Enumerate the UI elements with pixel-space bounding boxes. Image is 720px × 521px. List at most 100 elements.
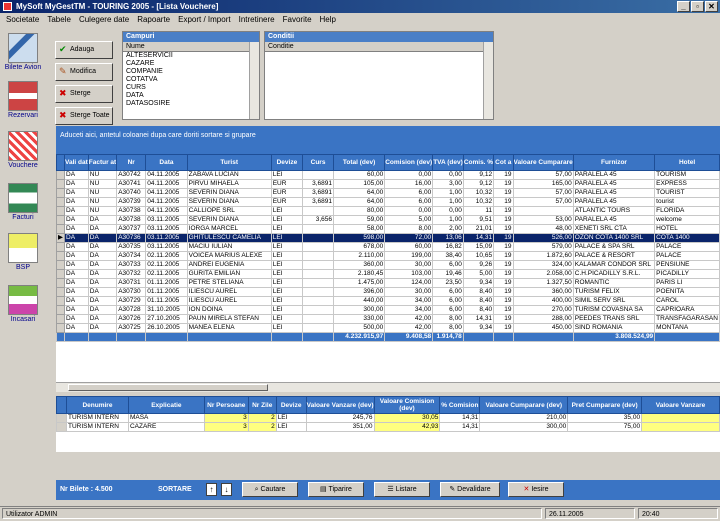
details-column-header[interactable]: Nr Zile	[247, 396, 277, 414]
menu-rapoarte[interactable]: Rapoarte	[133, 13, 174, 26]
row-indicator[interactable]	[56, 413, 67, 423]
table-row[interactable]: DA DA A30728 31.10.2005 ION DOINA LEI 300,00 34…	[56, 305, 720, 315]
delete-all-button[interactable]: ✖ Sterge Toate	[55, 107, 113, 125]
details-cell[interactable]: 2	[247, 413, 277, 423]
sidebar-item-bsp[interactable]: BSP	[3, 233, 43, 277]
print-button[interactable]: ▤ Tiparire	[308, 482, 364, 497]
details-column-header[interactable]: Valoare Comision (dev)	[373, 396, 441, 414]
row-indicator[interactable]	[56, 260, 65, 270]
table-row[interactable]: DA NU A30741 04.11.2005 PIRVU MIHAELA EUR 3,68…	[56, 179, 720, 189]
details-column-header[interactable]: Denumire	[65, 396, 129, 414]
details-cell[interactable]: 3	[203, 422, 249, 432]
group-by-banner[interactable]: Aduceti aici, antetul coloanei dupa care…	[56, 126, 720, 154]
table-row[interactable]: DA DA A30729 01.11.2005 ILIESCU AUREL LEI 440,…	[56, 296, 720, 306]
column-header[interactable]: Valoare Cumparare	[512, 154, 574, 171]
menu-export-import[interactable]: Export / Import	[174, 13, 234, 26]
table-row[interactable]: DA DA A30730 01.11.2005 ILIESCU AUREL LEI 396,…	[56, 287, 720, 297]
row-indicator[interactable]	[56, 206, 65, 216]
row-indicator[interactable]	[56, 188, 65, 198]
menu-societate[interactable]: Societate	[2, 13, 43, 26]
row-indicator[interactable]	[56, 314, 65, 324]
grid-horizontal-scrollbar[interactable]	[56, 382, 720, 392]
table-row[interactable]: DA DA A30735 03.11.2005 MACIU IULIAN LEI 678,0…	[56, 242, 720, 252]
column-header[interactable]: Comis. %	[462, 154, 495, 171]
column-header[interactable]: Factur at	[87, 154, 118, 171]
table-row[interactable]: ▶ DA DA A30736 03.11.2005 GHITULESCU CAMELIA L…	[56, 233, 720, 243]
column-header[interactable]: Total (dev)	[332, 154, 386, 171]
close-button[interactable]: ✕	[705, 1, 718, 12]
field-item[interactable]: DATASOSIRE	[123, 100, 259, 108]
add-button[interactable]: ✔ Adauga	[55, 41, 113, 59]
list-button[interactable]: ☰ Listare	[374, 482, 430, 497]
sidebar-item-facturi[interactable]: Facturi	[3, 183, 43, 227]
fields-scrollbar[interactable]	[249, 42, 259, 119]
table-row[interactable]: DA NU A30742 04.11.2005 ZABAVA LUCIAN LEI 60,0…	[56, 170, 720, 180]
row-indicator[interactable]	[56, 215, 65, 225]
details-column-header[interactable]: Pret Cumparare (dev)	[567, 396, 643, 414]
row-indicator[interactable]	[56, 296, 65, 306]
field-item[interactable]: COMPANIE	[123, 68, 259, 76]
invalidate-button[interactable]: ✎ Devalidare	[440, 482, 500, 497]
sidebar-item-incasari[interactable]: Incasari	[3, 285, 43, 329]
details-column-header[interactable]: % Comision	[439, 396, 481, 414]
row-indicator[interactable]	[56, 170, 65, 180]
column-header[interactable]: Furnizor	[572, 154, 656, 171]
row-indicator[interactable]	[56, 323, 65, 333]
column-header[interactable]: Vali dat	[64, 154, 89, 171]
column-header[interactable]: Comision (dev)	[384, 154, 434, 171]
menu-help[interactable]: Help	[316, 13, 340, 26]
column-header[interactable]: Nr	[116, 154, 147, 171]
delete-button[interactable]: ✖ Sterge	[55, 85, 113, 103]
column-header[interactable]: Turist	[186, 154, 272, 171]
row-indicator[interactable]	[56, 242, 65, 252]
menu-favorite[interactable]: Favorite	[279, 13, 316, 26]
table-row[interactable]: DA DA A30725 26.10.2005 MANEA ELENA LEI 500,00…	[56, 323, 720, 333]
row-indicator[interactable]	[56, 287, 65, 297]
table-row[interactable]: DA NU A30740 04.11.2005 SEVERIN DIANA EUR 3,68…	[56, 188, 720, 198]
table-row[interactable]: DA DA A30738 03.11.2005 SEVERIN DIANA LEI 3,65…	[56, 215, 720, 225]
column-header[interactable]: Hotel	[654, 154, 720, 171]
row-indicator[interactable]: ▶	[56, 233, 65, 243]
sort-descending-button[interactable]: ↓	[221, 483, 232, 496]
table-row[interactable]: DA DA A30732 02.11.2005 GURITA EMILIAN LEI 2.1…	[56, 269, 720, 279]
details-cell[interactable]: 42,93	[373, 422, 441, 432]
table-row[interactable]: DA NU A30738 04.11.2005 CALLIOPE SRL LEI 80,00…	[56, 206, 720, 216]
row-indicator[interactable]	[56, 422, 67, 432]
row-indicator[interactable]	[56, 179, 65, 189]
row-indicator[interactable]	[56, 305, 65, 315]
menu-culegere-date[interactable]: Culegere date	[75, 13, 133, 26]
details-column-header[interactable]: Valoare Vanzare	[641, 396, 720, 414]
sort-ascending-button[interactable]: ↑	[206, 483, 217, 496]
edit-button[interactable]: ✎ Modifica	[55, 63, 113, 81]
table-row[interactable]: DA NU A30739 04.11.2005 SEVERIN DIANA EUR 3,68…	[56, 197, 720, 207]
row-indicator[interactable]	[56, 251, 65, 261]
details-column-header[interactable]: Nr Persoane	[203, 396, 249, 414]
table-row[interactable]: DA DA A30731 01.11.2005 PETRE STELIANA LEI 1.4…	[56, 278, 720, 288]
details-cell[interactable]: 2	[247, 422, 277, 432]
details-cell[interactable]: 30,05	[373, 413, 441, 423]
row-indicator[interactable]	[56, 269, 65, 279]
column-header[interactable]: Curs	[302, 154, 334, 171]
field-item[interactable]: COTATVA	[123, 76, 259, 84]
details-column-header[interactable]: Devize	[275, 396, 307, 414]
table-row[interactable]: DA DA A30726 27.10.2005 PAUN MIRELA STEFAN LE…	[56, 314, 720, 324]
minimize-button[interactable]: _	[677, 1, 690, 12]
table-row[interactable]: DA DA A30737 03.11.2005 IORGA MARCEL LEI 58,00…	[56, 224, 720, 234]
field-item[interactable]: CURS	[123, 84, 259, 92]
search-button[interactable]: ⌕ Cautare	[242, 482, 298, 497]
table-row[interactable]: DA DA A30733 02.11.2005 ANDREI EUGENIA LEI 360…	[56, 260, 720, 270]
row-indicator[interactable]	[56, 197, 65, 207]
sidebar-item-bilete-avion[interactable]: Bilete Avion	[3, 33, 43, 77]
sidebar-item-vouchere[interactable]: Vouchere	[3, 131, 43, 175]
column-header[interactable]: Devize	[270, 154, 304, 171]
details-cell[interactable]: 3	[203, 413, 249, 423]
exit-button[interactable]: ✕ Iesire	[508, 482, 564, 497]
menu-intretinere[interactable]: Intretinere	[235, 13, 279, 26]
details-column-header[interactable]: Valoare Vanzare (dev)	[305, 396, 375, 414]
scrollbar-thumb[interactable]	[68, 384, 268, 391]
menu-tabele[interactable]: Tabele	[43, 13, 75, 26]
column-header[interactable]: Cot a	[493, 154, 514, 171]
table-row[interactable]: DA DA A30734 02.11.2005 VOICEA MARIUS ALEXE L…	[56, 251, 720, 261]
sidebar-item-rezervari[interactable]: Rezervari	[3, 81, 43, 125]
maximize-button[interactable]: ▫	[691, 1, 704, 12]
